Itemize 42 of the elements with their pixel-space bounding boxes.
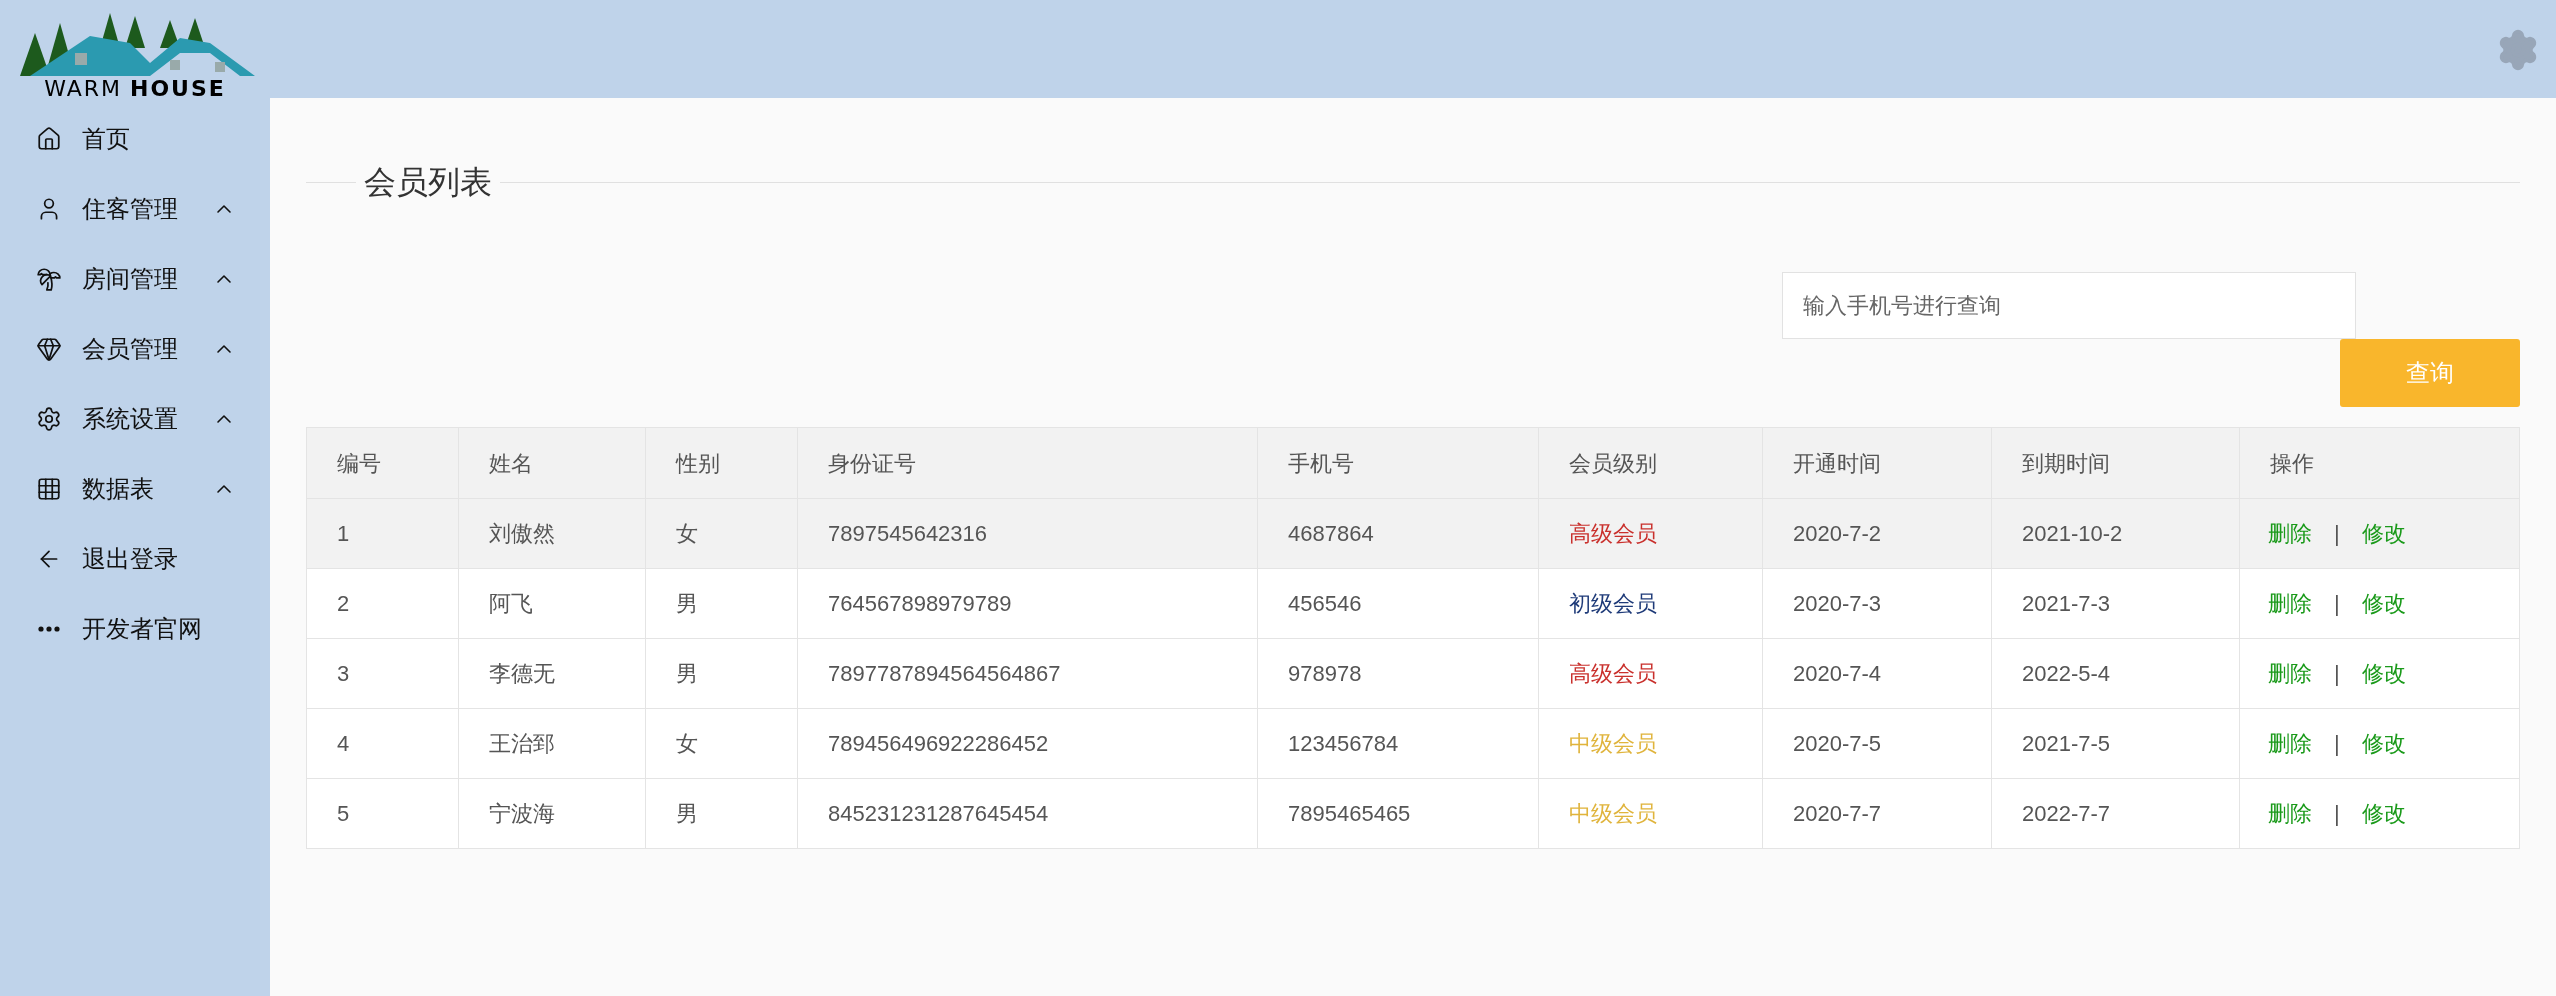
table-cell: 2022-7-7: [1992, 779, 2240, 848]
edit-link[interactable]: 修改: [2361, 587, 2406, 620]
delete-link[interactable]: 删除: [2268, 727, 2312, 760]
delete-link[interactable]: 删除: [2268, 587, 2312, 620]
grid-icon: [36, 476, 62, 502]
edit-link[interactable]: 修改: [2361, 727, 2406, 760]
delete-link[interactable]: 删除: [2268, 517, 2312, 550]
table-cell: 男: [646, 779, 798, 848]
separator-text: |: [2334, 520, 2340, 548]
table-cell: 5: [307, 779, 459, 848]
column-header: 操作: [2269, 449, 2315, 478]
table-cell: 7895465465: [1258, 779, 1539, 848]
sidebar-item[interactable]: 数据表: [0, 454, 270, 524]
table-cell: 宁波海: [459, 779, 646, 848]
sidebar-item[interactable]: 退出登录: [0, 524, 270, 594]
edit-link[interactable]: 修改: [2361, 517, 2406, 550]
separator-text: |: [2334, 800, 2340, 828]
sidebar-item[interactable]: 房间管理: [0, 244, 270, 314]
member-level-cell: 中级会员: [1539, 779, 1763, 848]
gear-icon: [36, 406, 62, 432]
separator-text: |: [2334, 660, 2340, 688]
delete-link[interactable]: 删除: [2268, 797, 2312, 830]
section-title: 会员列表: [363, 163, 493, 202]
sidebar-item[interactable]: 开发者官网: [0, 594, 270, 664]
separator-text: |: [2334, 590, 2340, 618]
sidebar-item[interactable]: 系统设置: [0, 384, 270, 454]
logo-text: HOUSE: [130, 78, 226, 100]
separator-text: |: [2334, 730, 2340, 758]
palm-tree-icon: [36, 266, 62, 292]
edit-link[interactable]: 修改: [2361, 797, 2406, 830]
sidebar-item[interactable]: 会员管理: [0, 314, 270, 384]
diamond-icon: [36, 336, 62, 362]
logo-text: WARM: [44, 78, 122, 100]
edit-link[interactable]: 修改: [2361, 657, 2406, 690]
table-cell: 845231231287645454: [798, 779, 1258, 848]
delete-link[interactable]: 删除: [2268, 657, 2312, 690]
table-cell: 2020-7-7: [1763, 779, 1992, 848]
more-icon: [38, 626, 60, 632]
sidebar-item[interactable]: 首页: [0, 104, 270, 174]
sidebar-item[interactable]: 住客管理: [0, 174, 270, 244]
search-field[interactable]: 输入手机号进行查询: [1782, 272, 2356, 339]
home-icon: [36, 126, 62, 152]
